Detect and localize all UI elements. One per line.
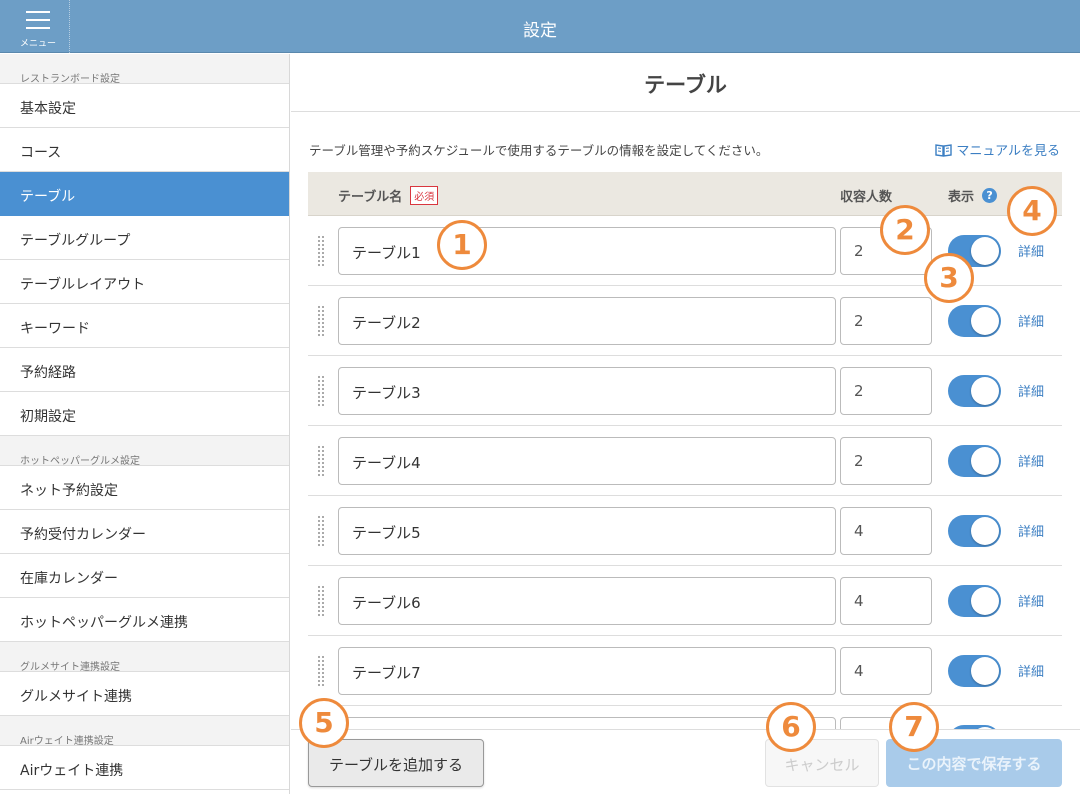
display-toggle[interactable] <box>948 655 1001 687</box>
drag-handle-icon[interactable] <box>318 516 328 546</box>
sidebar-item-table-layout[interactable]: テーブルレイアウト <box>0 260 289 304</box>
table-row: テーブル4 2 詳細 <box>308 426 1062 496</box>
sidebar-item-keyword[interactable]: キーワード <box>0 304 289 348</box>
footer-bar: テーブルを追加する キャンセル この内容で保存する <box>291 729 1080 794</box>
column-name-label: テーブル名 <box>338 190 403 205</box>
display-toggle[interactable] <box>948 305 1001 337</box>
table-row: テーブル7 4 詳細 <box>308 636 1062 706</box>
sidebar-section-heading: ホットペッパーグルメ設定 <box>0 436 289 467</box>
annotation-marker-4: 4 <box>1007 186 1057 236</box>
sidebar-item-route[interactable]: 予約経路 <box>0 348 289 392</box>
table-name-input[interactable]: テーブル6 <box>338 577 836 625</box>
help-icon[interactable]: ? <box>982 188 998 203</box>
required-badge: 必須 <box>410 186 439 205</box>
sidebar-item-airwait-link[interactable]: Airウェイト連携 <box>0 746 289 790</box>
table-row: テーブル6 4 詳細 <box>308 566 1062 636</box>
app-header: メニュー 設定 <box>0 0 1080 53</box>
column-display: 表示 ? <box>948 186 998 205</box>
sidebar-section-heading: Airウェイト連携設定 <box>0 716 289 747</box>
annotation-marker-5: 5 <box>299 698 349 748</box>
drag-handle-icon[interactable] <box>318 376 328 406</box>
detail-link[interactable]: 詳細 <box>1018 241 1044 260</box>
add-table-button[interactable]: テーブルを追加する <box>308 739 484 787</box>
toggle-knob <box>971 237 999 265</box>
sidebar-item-table[interactable]: テーブル <box>0 172 289 216</box>
annotation-marker-7: 7 <box>889 702 939 752</box>
detail-link[interactable]: 詳細 <box>1018 381 1044 400</box>
table-row <box>308 706 1062 730</box>
sidebar-item-initial[interactable]: 初期設定 <box>0 392 289 436</box>
capacity-input[interactable]: 4 <box>840 647 932 695</box>
sidebar-item-hotpepper-link[interactable]: ホットペッパーグルメ連携 <box>0 598 289 642</box>
capacity-input[interactable]: 2 <box>840 437 932 485</box>
sidebar: レストランボード設定 基本設定 コース テーブル テーブルグループ テーブルレイ… <box>0 54 290 794</box>
capacity-input[interactable]: 2 <box>840 297 932 345</box>
table-name-input[interactable]: テーブル7 <box>338 647 836 695</box>
sidebar-item-course[interactable]: コース <box>0 128 289 172</box>
main-content: テーブル テーブル管理や予約スケジュールで使用するテーブルの情報を設定してくださ… <box>291 54 1080 794</box>
page-title: テーブル <box>291 54 1080 112</box>
sidebar-section-heading: レストランボード設定 <box>0 54 289 85</box>
manual-link-label: マニュアルを見る <box>956 144 1060 159</box>
toggle-knob <box>971 377 999 405</box>
display-toggle[interactable] <box>948 445 1001 477</box>
toggle-knob <box>971 657 999 685</box>
table-name-input[interactable]: テーブル2 <box>338 297 836 345</box>
detail-link[interactable]: 詳細 <box>1018 451 1044 470</box>
column-display-label: 表示 <box>948 190 975 205</box>
book-icon <box>935 143 953 157</box>
annotation-marker-1: 1 <box>437 220 487 270</box>
column-name: テーブル名 必須 <box>338 186 439 205</box>
toggle-knob <box>971 517 999 545</box>
sidebar-item-reservation-calendar[interactable]: 予約受付カレンダー <box>0 510 289 554</box>
table-name-input[interactable]: テーブル4 <box>338 437 836 485</box>
table-header: テーブル名 必須 収容人数 表示 ? <box>308 172 1062 216</box>
detail-link[interactable]: 詳細 <box>1018 661 1044 680</box>
column-capacity: 収容人数 <box>840 190 893 205</box>
capacity-input[interactable]: 2 <box>840 367 932 415</box>
sidebar-item-net-reservation[interactable]: ネット予約設定 <box>0 466 289 510</box>
table-name-input[interactable]: テーブル5 <box>338 507 836 555</box>
manual-link[interactable]: マニュアルを見る <box>935 140 1060 159</box>
sidebar-item-gourmet-link[interactable]: グルメサイト連携 <box>0 672 289 716</box>
display-toggle[interactable] <box>948 585 1001 617</box>
display-toggle[interactable] <box>948 515 1001 547</box>
table-row: テーブル3 2 詳細 <box>308 356 1062 426</box>
annotation-marker-6: 6 <box>766 702 816 752</box>
table-row: テーブル5 4 詳細 <box>308 496 1062 566</box>
sidebar-section-heading: グルメサイト連携設定 <box>0 642 289 673</box>
sidebar-item-basic[interactable]: 基本設定 <box>0 84 289 128</box>
header-title: 設定 <box>523 21 557 41</box>
display-toggle[interactable] <box>948 375 1001 407</box>
toggle-knob <box>971 587 999 615</box>
capacity-input[interactable]: 4 <box>840 577 932 625</box>
table-name-input[interactable]: テーブル3 <box>338 367 836 415</box>
detail-link[interactable]: 詳細 <box>1018 521 1044 540</box>
detail-link[interactable]: 詳細 <box>1018 311 1044 330</box>
detail-link[interactable]: 詳細 <box>1018 591 1044 610</box>
toggle-knob <box>971 447 999 475</box>
sidebar-item-stock-calendar[interactable]: 在庫カレンダー <box>0 554 289 598</box>
drag-handle-icon[interactable] <box>318 656 328 686</box>
drag-handle-icon[interactable] <box>318 236 328 266</box>
page-description: テーブル管理や予約スケジュールで使用するテーブルの情報を設定してください。 <box>309 143 769 158</box>
capacity-input[interactable]: 4 <box>840 507 932 555</box>
toggle-knob <box>971 307 999 335</box>
drag-handle-icon[interactable] <box>318 446 328 476</box>
annotation-marker-2: 2 <box>880 205 930 255</box>
table-name-input[interactable]: テーブル1 <box>338 227 836 275</box>
drag-handle-icon[interactable] <box>318 306 328 336</box>
drag-handle-icon[interactable] <box>318 586 328 616</box>
annotation-marker-3: 3 <box>924 253 974 303</box>
sidebar-item-table-group[interactable]: テーブルグループ <box>0 216 289 260</box>
